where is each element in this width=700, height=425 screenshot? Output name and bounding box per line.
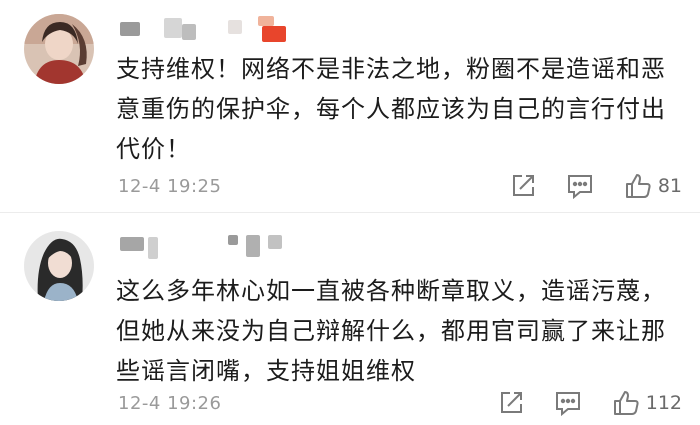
comment-item: 支持维权！网络不是非法之地，粉圈不是造谣和恶 意重伤的保护伞，每个人都应该为自己… [0,0,700,212]
avatar[interactable] [24,14,94,84]
comment-actions: 81 [480,168,682,204]
share-icon [500,392,522,413]
thumbs-up-icon [625,174,651,198]
username-redacted[interactable] [116,231,286,259]
share-icon [512,175,534,196]
comment-button[interactable] [566,173,594,199]
comment-timestamp: 12-4 19:26 [118,393,222,414]
comment-button[interactable] [554,390,582,416]
comment-icon [555,392,580,416]
comment-text-line: 但她从来没为自己辩解什么，都用官司赢了来让那 [116,317,666,345]
comment-text-line: 意重伤的保护伞，每个人都应该为自己的言行付出 [116,95,666,123]
comment-icon [567,175,592,199]
like-button[interactable]: 81 [624,172,682,200]
comment-item: 这么多年林心如一直被各种断章取义，造谣污蔑， 但她从来没为自己辩解什么，都用官司… [0,212,700,425]
comment-text-line: 代价！ [116,135,191,163]
comment-timestamp: 12-4 19:25 [118,176,222,197]
comment-text: 这么多年林心如一直被各种断章取义，造谣污蔑， 但她从来没为自己辩解什么，都用官司… [116,271,682,391]
share-button[interactable] [510,173,536,199]
like-count: 81 [657,175,682,197]
comment-text-line: 这么多年林心如一直被各种断章取义，造谣污蔑， [116,277,666,305]
comment-text: 支持维权！网络不是非法之地，粉圈不是造谣和恶 意重伤的保护伞，每个人都应该为自己… [116,49,682,169]
avatar[interactable] [24,231,94,301]
like-button[interactable]: 112 [612,389,682,417]
username-redacted[interactable] [116,14,286,42]
comment-text-line: 支持维权！网络不是非法之地，粉圈不是造谣和恶 [116,55,666,83]
like-count: 112 [645,392,682,414]
comment-actions: 112 [468,385,682,421]
share-button[interactable] [498,390,524,416]
thumbs-up-icon [613,391,639,415]
